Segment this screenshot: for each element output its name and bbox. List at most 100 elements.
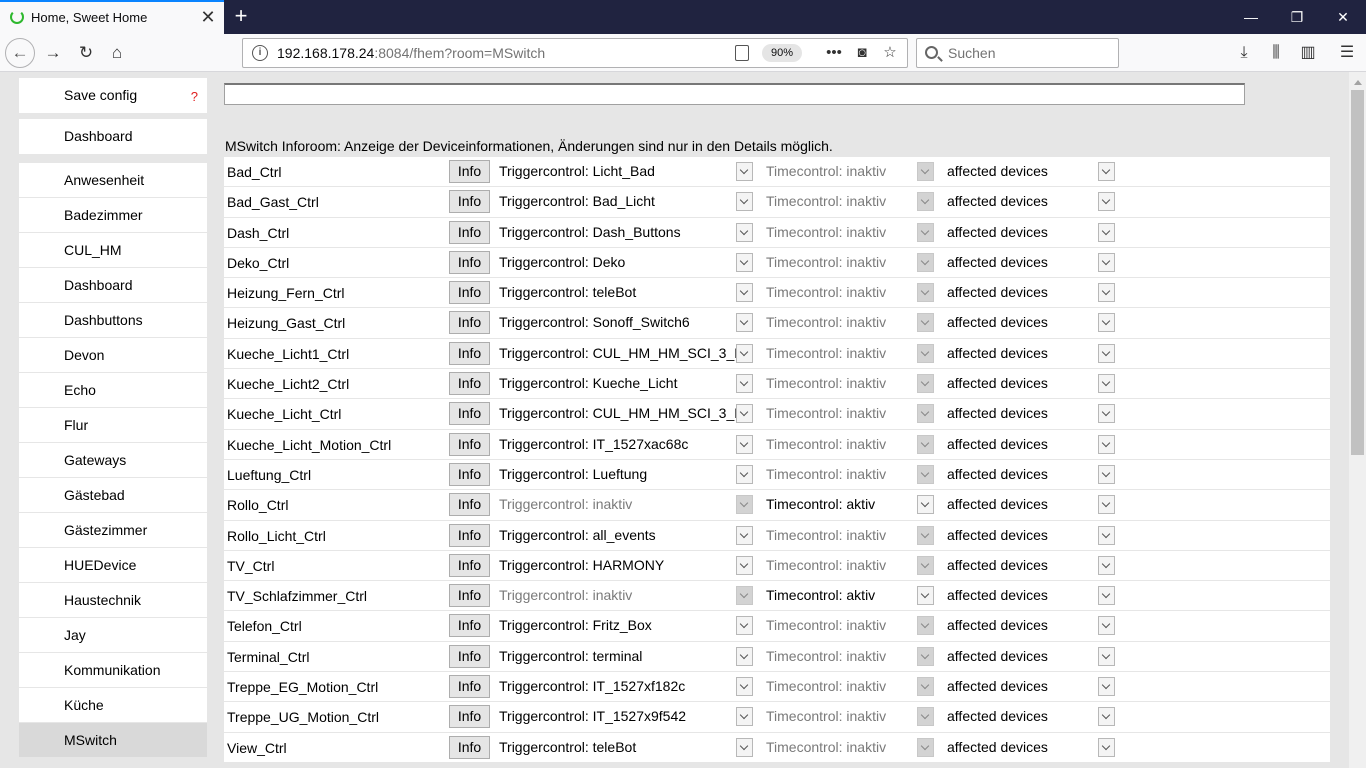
bookmark-star-icon[interactable]: ☆	[879, 42, 901, 64]
sidebar-item-dashboard-main[interactable]: Dashboard	[19, 119, 207, 154]
affected-devices-select[interactable]: affected devices	[947, 585, 1115, 606]
triggercontrol-select[interactable]: Triggercontrol: Fritz_Box	[499, 615, 753, 636]
info-button[interactable]: Info	[449, 584, 490, 608]
sidebar-item-echo[interactable]: Echo	[19, 373, 207, 408]
info-button[interactable]: Info	[449, 341, 490, 365]
info-button[interactable]: Info	[449, 705, 490, 729]
info-button[interactable]: Info	[449, 553, 490, 577]
new-tab-button[interactable]: +	[230, 3, 252, 29]
back-arrow-icon[interactable]: ←	[5, 38, 35, 68]
sidebar-item-anwesenheit[interactable]: Anwesenheit	[19, 163, 207, 198]
scroll-thumb[interactable]	[1351, 90, 1364, 455]
triggercontrol-select[interactable]: Triggercontrol: IT_1527x9f542	[499, 706, 753, 727]
info-button[interactable]: Info	[449, 462, 490, 486]
sidebar-item-mswitch[interactable]: MSwitch	[19, 723, 207, 758]
sidebar-item-kommunikation[interactable]: Kommunikation	[19, 653, 207, 688]
sidebar-toggle-icon[interactable]: ▥	[1294, 38, 1322, 68]
info-button[interactable]: Info	[449, 311, 490, 335]
sidebar-item-badezimmer[interactable]: Badezimmer	[19, 198, 207, 233]
triggercontrol-select[interactable]: Triggercontrol: Lueftung	[499, 464, 753, 485]
info-button[interactable]: Info	[449, 250, 490, 274]
info-button[interactable]: Info	[449, 644, 490, 668]
page-scrollbar[interactable]	[1349, 72, 1366, 768]
pocket-icon[interactable]: ◙	[851, 42, 873, 64]
sidebar-item-gästebad[interactable]: Gästebad	[19, 478, 207, 513]
affected-devices-select[interactable]: affected devices	[947, 282, 1115, 303]
triggercontrol-select[interactable]: Triggercontrol: Dash_Buttons	[499, 222, 753, 243]
site-info-icon[interactable]: i	[252, 45, 268, 61]
home-icon[interactable]: ⌂	[103, 38, 131, 68]
triggercontrol-select[interactable]: Triggercontrol: all_events	[499, 525, 753, 546]
browser-tab[interactable]: Home, Sweet Home ✕	[0, 0, 224, 34]
command-input[interactable]	[224, 83, 1245, 105]
triggercontrol-select[interactable]: Triggercontrol: teleBot	[499, 282, 753, 303]
triggercontrol-select[interactable]: Triggercontrol: Kueche_Licht	[499, 373, 753, 394]
info-button[interactable]: Info	[449, 432, 490, 456]
window-minimize-button[interactable]: —	[1228, 4, 1274, 30]
scroll-up-icon[interactable]	[1349, 72, 1366, 89]
sidebar-item-küche[interactable]: Küche	[19, 688, 207, 723]
affected-devices-select[interactable]: affected devices	[947, 615, 1115, 636]
triggercontrol-select[interactable]: Triggercontrol: CUL_HM_HM_SCI_3_FM	[499, 343, 753, 364]
window-restore-button[interactable]: ❐	[1274, 4, 1320, 30]
sidebar-item-dashbuttons[interactable]: Dashbuttons	[19, 303, 207, 338]
affected-devices-select[interactable]: affected devices	[947, 737, 1115, 758]
downloads-icon[interactable]: ⤓	[1230, 38, 1258, 68]
timecontrol-select[interactable]: Timecontrol: aktiv	[766, 585, 934, 606]
info-button[interactable]: Info	[449, 614, 490, 638]
affected-devices-select[interactable]: affected devices	[947, 373, 1115, 394]
affected-devices-select[interactable]: affected devices	[947, 161, 1115, 182]
sidebar-item-haustechnik[interactable]: Haustechnik	[19, 583, 207, 618]
sidebar-item-gateways[interactable]: Gateways	[19, 443, 207, 478]
affected-devices-select[interactable]: affected devices	[947, 464, 1115, 485]
info-button[interactable]: Info	[449, 675, 490, 699]
forward-arrow-icon[interactable]: →	[39, 38, 67, 68]
tab-close-icon[interactable]: ✕	[199, 7, 217, 27]
info-button[interactable]: Info	[449, 220, 490, 244]
triggercontrol-select[interactable]: Triggercontrol: terminal	[499, 646, 753, 667]
triggercontrol-select[interactable]: Triggercontrol: IT_1527xf182c	[499, 676, 753, 697]
affected-devices-select[interactable]: affected devices	[947, 676, 1115, 697]
info-button[interactable]: Info	[449, 735, 490, 759]
sidebar-item-jay[interactable]: Jay	[19, 618, 207, 653]
triggercontrol-select[interactable]: Triggercontrol: Bad_Licht	[499, 191, 753, 212]
triggercontrol-select[interactable]: Triggercontrol: IT_1527xac68c	[499, 434, 753, 455]
zoom-level-badge[interactable]: 90%	[762, 44, 802, 62]
affected-devices-select[interactable]: affected devices	[947, 646, 1115, 667]
window-close-button[interactable]: ✕	[1320, 4, 1366, 30]
reload-icon[interactable]: ↻	[72, 38, 100, 68]
triggercontrol-select[interactable]: Triggercontrol: HARMONY	[499, 555, 753, 576]
sidebar-item-devon[interactable]: Devon	[19, 338, 207, 373]
timecontrol-select[interactable]: Timecontrol: aktiv	[766, 494, 934, 515]
affected-devices-select[interactable]: affected devices	[947, 191, 1115, 212]
sidebar-item-huedevice[interactable]: HUEDevice	[19, 548, 207, 583]
info-button[interactable]: Info	[449, 493, 490, 517]
affected-devices-select[interactable]: affected devices	[947, 222, 1115, 243]
page-actions-icon[interactable]: •••	[823, 42, 845, 64]
affected-devices-select[interactable]: affected devices	[947, 403, 1115, 424]
triggercontrol-select[interactable]: Triggercontrol: Licht_Bad	[499, 161, 753, 182]
affected-devices-select[interactable]: affected devices	[947, 312, 1115, 333]
library-icon[interactable]: ⫼	[1262, 38, 1290, 68]
affected-devices-select[interactable]: affected devices	[947, 434, 1115, 455]
search-input[interactable]: Suchen	[916, 38, 1119, 68]
url-text[interactable]: 192.168.178.24:8084/fhem?room=MSwitch	[277, 45, 545, 61]
affected-devices-select[interactable]: affected devices	[947, 252, 1115, 273]
menu-icon[interactable]: ☰	[1333, 38, 1361, 68]
info-button[interactable]: Info	[449, 523, 490, 547]
info-button[interactable]: Info	[449, 190, 490, 214]
affected-devices-select[interactable]: affected devices	[947, 525, 1115, 546]
help-icon[interactable]: ?	[191, 89, 198, 104]
affected-devices-select[interactable]: affected devices	[947, 343, 1115, 364]
affected-devices-select[interactable]: affected devices	[947, 706, 1115, 727]
affected-devices-select[interactable]: affected devices	[947, 494, 1115, 515]
info-button[interactable]: Info	[449, 372, 490, 396]
sidebar-item-cul-hm[interactable]: CUL_HM	[19, 233, 207, 268]
triggercontrol-select[interactable]: Triggercontrol: teleBot	[499, 737, 753, 758]
affected-devices-select[interactable]: affected devices	[947, 555, 1115, 576]
url-bar[interactable]: i 192.168.178.24:8084/fhem?room=MSwitch …	[242, 38, 908, 68]
sidebar-item-dashboard[interactable]: Dashboard	[19, 268, 207, 303]
sidebar-item-gästezimmer[interactable]: Gästezimmer	[19, 513, 207, 548]
triggercontrol-select[interactable]: Triggercontrol: Deko	[499, 252, 753, 273]
info-button[interactable]: Info	[449, 160, 490, 183]
